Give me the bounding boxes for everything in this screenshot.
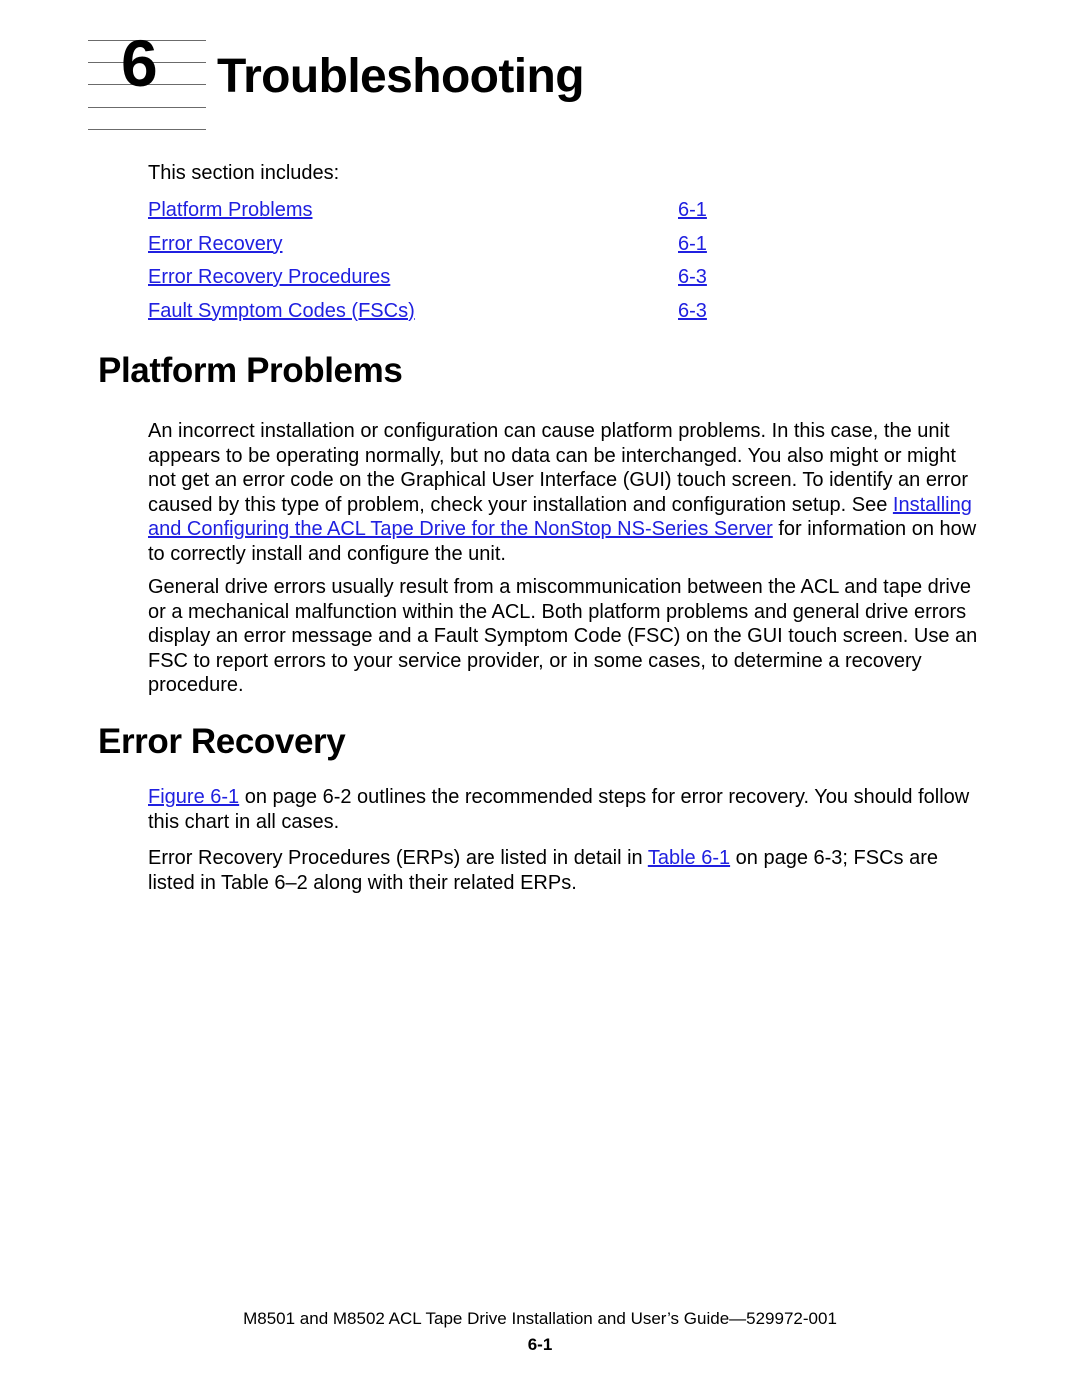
paragraph-text: An incorrect installation or configurati…: [148, 420, 969, 516]
decoration-rule-5: [88, 129, 206, 130]
chapter-number-rules-decoration: 6: [88, 30, 206, 132]
paragraph-platform-problems-2: General drive errors usually result from…: [148, 576, 978, 697]
paragraph-text: Error Recovery Procedures (ERPs) are lis…: [148, 847, 648, 869]
heading-platform-problems: Platform Problems: [98, 351, 403, 390]
paragraph-error-recovery-2: Error Recovery Procedures (ERPs) are lis…: [148, 846, 978, 895]
toc-link-error-recovery[interactable]: Error Recovery: [148, 231, 282, 257]
toc-row[interactable]: Error Recovery 6-1: [148, 231, 714, 265]
toc-link-fault-symptom-codes[interactable]: Fault Symptom Codes (FSCs): [148, 298, 415, 324]
paragraph-platform-problems-1: An incorrect installation or configurati…: [148, 419, 978, 567]
link-table-6-1[interactable]: Table 6-1: [648, 847, 730, 869]
toc-row[interactable]: Fault Symptom Codes (FSCs) 6-3: [148, 298, 714, 332]
toc-row[interactable]: Error Recovery Procedures 6-3: [148, 264, 714, 298]
toc-page-fault-symptom-codes[interactable]: 6-3: [678, 298, 707, 324]
paragraph-text: on page 6-2 outlines the recommended ste…: [148, 786, 970, 833]
chapter-number: 6: [121, 26, 158, 100]
document-page: 6 Troubleshooting This section includes:…: [0, 0, 1080, 1397]
footer-page-number: 6-1: [527, 1335, 553, 1354]
footer-guide-title: M8501 and M8502 ACL Tape Drive Installat…: [243, 1309, 837, 1328]
toc-page-platform-problems[interactable]: 6-1: [678, 197, 707, 223]
page-title: Troubleshooting: [217, 50, 585, 103]
toc-page-error-recovery-procedures[interactable]: 6-3: [678, 264, 707, 290]
toc-link-platform-problems[interactable]: Platform Problems: [148, 197, 313, 223]
link-figure-6-1[interactable]: Figure 6-1: [148, 786, 239, 808]
table-of-contents: Platform Problems 6-1 Error Recovery 6-1…: [148, 197, 714, 331]
toc-page-error-recovery[interactable]: 6-1: [678, 231, 707, 257]
toc-link-error-recovery-procedures[interactable]: Error Recovery Procedures: [148, 264, 390, 290]
decoration-rule-4: [88, 107, 206, 108]
chapter-header: 6 Troubleshooting: [0, 0, 1080, 150]
page-footer: M8501 and M8502 ACL Tape Drive Installat…: [0, 1308, 1080, 1356]
heading-error-recovery: Error Recovery: [98, 722, 346, 761]
toc-row[interactable]: Platform Problems 6-1: [148, 197, 714, 231]
paragraph-error-recovery-1: Figure 6-1 on page 6-2 outlines the reco…: [148, 785, 978, 834]
section-includes-label: This section includes:: [148, 162, 340, 184]
